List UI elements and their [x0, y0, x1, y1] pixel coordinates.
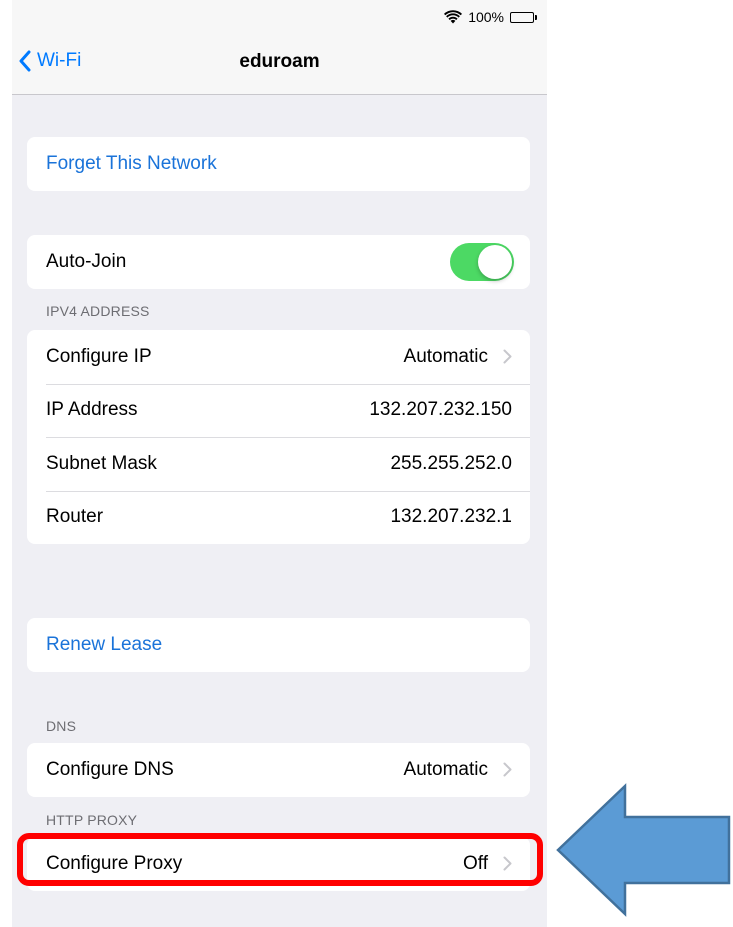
configure-ip-label: Configure IP	[46, 345, 152, 367]
configure-dns-label: Configure DNS	[46, 758, 174, 780]
ipv4-section-header: IPV4 ADDRESS	[46, 303, 150, 319]
forget-network-button[interactable]: Forget This Network	[27, 137, 530, 191]
subnet-mask-label: Subnet Mask	[46, 452, 157, 474]
status-bar: 100%	[12, 0, 547, 30]
router-value: 132.207.232.1	[390, 506, 512, 528]
toggle-knob	[478, 244, 512, 279]
highlight-box	[17, 833, 543, 886]
http-proxy-section-header: HTTP PROXY	[46, 812, 138, 828]
navigation-bar: Wi-Fi eduroam	[12, 30, 547, 95]
battery-percent: 100%	[468, 9, 504, 25]
subnet-mask-row: Subnet Mask 255.255.252.0	[27, 437, 530, 491]
configure-dns-row[interactable]: Configure DNS Automatic	[27, 743, 530, 797]
dns-group: Configure DNS Automatic	[27, 743, 530, 797]
renew-lease-label: Renew Lease	[46, 633, 163, 655]
auto-join-label: Auto-Join	[46, 250, 127, 272]
ip-address-label: IP Address	[46, 399, 138, 421]
ip-address-value: 132.207.232.150	[369, 399, 512, 421]
renew-lease-button[interactable]: Renew Lease	[27, 618, 530, 672]
configure-ip-row[interactable]: Configure IP Automatic	[27, 330, 530, 384]
ipv4-group: Configure IP Automatic IP Address 132.20…	[27, 330, 530, 544]
renew-lease-group: Renew Lease	[27, 618, 530, 672]
auto-join-toggle[interactable]	[450, 242, 514, 281]
chevron-right-icon	[503, 762, 512, 777]
auto-join-row: Auto-Join	[27, 235, 530, 289]
page-title: eduroam	[239, 51, 320, 72]
router-row: Router 132.207.232.1	[27, 490, 530, 545]
auto-join-group: Auto-Join	[27, 235, 530, 289]
subnet-mask-value: 255.255.252.0	[390, 452, 512, 474]
battery-icon	[510, 11, 537, 23]
forget-network-group: Forget This Network	[27, 137, 530, 191]
dns-section-header: DNS	[46, 718, 77, 734]
ip-address-row: IP Address 132.207.232.150	[27, 383, 530, 438]
left-arrow-icon	[556, 783, 731, 917]
configure-dns-value: Automatic	[403, 758, 488, 780]
status-indicators: 100%	[444, 9, 537, 25]
wifi-network-settings-screen: 100% Wi-Fi eduroam Forget This Network A…	[12, 0, 547, 927]
configure-ip-value: Automatic	[403, 345, 488, 367]
router-label: Router	[46, 506, 104, 528]
wifi-icon	[444, 10, 463, 24]
forget-network-label: Forget This Network	[46, 152, 217, 174]
chevron-right-icon	[503, 349, 512, 364]
